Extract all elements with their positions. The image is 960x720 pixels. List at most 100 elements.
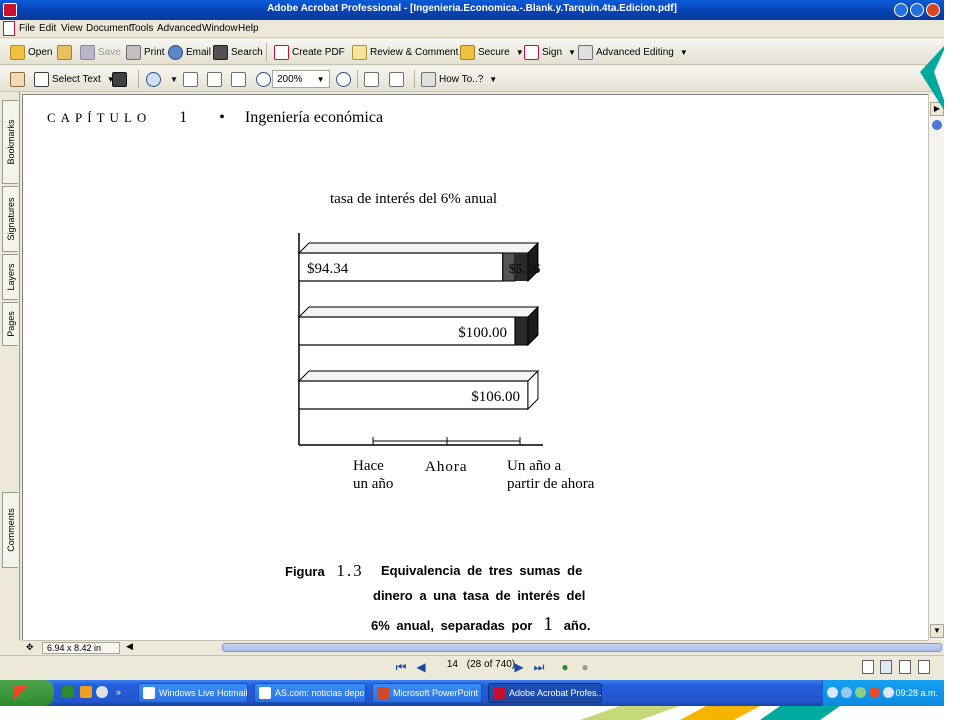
tab-bookmarks[interactable]: Bookmarks <box>2 100 18 184</box>
first-page-icon[interactable]: ⏮ <box>394 660 408 674</box>
start-button[interactable] <box>0 680 54 706</box>
last-page-icon[interactable]: ⏭ <box>532 660 546 674</box>
page-size-readout: 6.94 x 8.42 in <box>42 642 120 654</box>
messenger-icon[interactable] <box>841 687 852 698</box>
review-comment-button[interactable]: Review & Comment▼ <box>352 43 472 61</box>
continuous-facing-layout-icon[interactable] <box>918 660 930 674</box>
scroll-down-arrow-icon[interactable]: ▼ <box>930 624 944 638</box>
menu-window[interactable]: Window <box>202 23 238 34</box>
menu-file[interactable]: File <box>19 23 35 34</box>
text-cursor-icon <box>34 71 49 87</box>
organizer-icon <box>57 44 72 60</box>
acrobat-tray-icon[interactable] <box>869 687 880 698</box>
facing-layout-icon[interactable] <box>899 660 911 674</box>
tab-comments[interactable]: Comments <box>2 492 18 568</box>
network-icon[interactable] <box>827 687 838 698</box>
dropdown-arrow-icon[interactable]: ▼ <box>680 48 688 57</box>
menu-advanced[interactable]: Advanced <box>157 23 201 34</box>
maximize-button[interactable] <box>910 3 924 17</box>
dropdown-arrow-icon[interactable]: ▼ <box>170 75 178 84</box>
dropdown-arrow-icon[interactable]: ▼ <box>317 75 325 84</box>
email-button[interactable]: Email <box>168 43 211 61</box>
show-desktop-icon[interactable] <box>62 686 74 698</box>
floppy-disk-icon <box>80 44 95 60</box>
binoculars-icon <box>213 44 228 60</box>
hand-tool-button[interactable] <box>10 70 28 88</box>
dropdown-arrow-icon[interactable]: ▼ <box>489 75 497 84</box>
acrobat-window: Adobe Acrobat Professional - [Ingenieria… <box>0 0 944 706</box>
horizontal-scrollbar[interactable]: ✥ 6.94 x 8.42 in ◀ <box>22 640 942 654</box>
tab-signatures[interactable]: Signatures <box>2 186 18 252</box>
fit-page-button[interactable] <box>207 70 225 88</box>
taskbar-clock: 09:28 a.m. <box>895 688 938 698</box>
windows-taskbar: » Windows Live Hotmail ... AS.com: notic… <box>0 680 944 706</box>
organizer-button[interactable] <box>57 43 75 61</box>
open-button[interactable]: Open <box>10 43 52 61</box>
previous-page-icon[interactable]: ◀ <box>414 660 428 674</box>
bar-label-0: $94.34 <box>307 261 349 277</box>
tab-layers[interactable]: Layers <box>2 254 18 300</box>
menu-document[interactable]: Document <box>86 23 132 34</box>
media-player-icon[interactable] <box>96 686 108 698</box>
advanced-editing-button[interactable]: Advanced Editing ▼ <box>578 43 688 61</box>
security-tray-icon[interactable] <box>883 687 894 698</box>
menu-edit[interactable]: Edit <box>39 23 56 34</box>
lock-icon <box>460 44 475 60</box>
fit-width-button[interactable] <box>231 70 249 88</box>
horizontal-scroll-thumb[interactable] <box>222 643 942 652</box>
task-as-com[interactable]: AS.com: noticias depo... <box>254 683 366 703</box>
dropdown-arrow-icon[interactable]: ▼ <box>568 48 576 57</box>
pdf-document-icon[interactable] <box>3 21 15 36</box>
page-move-icon[interactable]: ✥ <box>26 642 34 653</box>
save-button[interactable]: Save <box>80 43 121 61</box>
next-view-icon[interactable]: ● <box>578 660 592 674</box>
single-page-layout-icon[interactable] <box>862 660 874 674</box>
window-title: Adobe Acrobat Professional - [Ingenieria… <box>267 3 677 14</box>
printer-icon <box>126 44 141 60</box>
quick-launch-icon[interactable] <box>80 686 92 698</box>
select-text-button[interactable]: Select Text ▼ <box>34 70 115 88</box>
tab-pages[interactable]: Pages <box>2 302 18 346</box>
task-powerpoint[interactable]: Microsoft PowerPoint -... <box>372 683 482 703</box>
sign-button[interactable]: Sign ▼ <box>524 43 576 61</box>
document-page[interactable]: CAPÍTULO 1 • Ingeniería económica tasa d… <box>22 94 928 640</box>
system-tray: 09:28 a.m. <box>822 680 944 706</box>
zoom-in-button[interactable] <box>336 70 354 88</box>
zoom-level-field[interactable]: 200% ▼ <box>272 70 330 88</box>
minimize-button[interactable] <box>894 3 908 17</box>
menu-tools[interactable]: Tools <box>130 23 153 34</box>
next-page-icon[interactable]: ▶ <box>512 660 526 674</box>
secure-button[interactable]: Secure ▼ <box>460 43 524 61</box>
quick-launch-more-icon[interactable]: » <box>116 687 121 697</box>
vertical-scrollbar[interactable]: ▶ ▼ <box>928 94 944 640</box>
print-button[interactable]: Print <box>126 43 165 61</box>
page-number-field[interactable]: 14 (28 of 740) <box>436 659 515 670</box>
close-button[interactable] <box>926 3 940 17</box>
snapshot-tool-button[interactable] <box>112 70 130 88</box>
how-to-button[interactable]: How To..? ▼ <box>421 70 497 88</box>
task-adobe-acrobat[interactable]: Adobe Acrobat Profes... <box>488 683 602 703</box>
camera-icon <box>112 71 127 87</box>
figure-caption-line-3: 6% anual, separadas por 1 año. <box>371 613 591 635</box>
scroll-left-arrow-icon[interactable]: ◀ <box>126 641 133 652</box>
toolbar-separator <box>414 70 415 88</box>
menu-help[interactable]: Help <box>238 23 259 34</box>
scroll-up-arrow-icon[interactable]: ▶ <box>930 102 944 116</box>
continuous-layout-icon[interactable] <box>880 660 892 674</box>
dropdown-arrow-icon[interactable]: ▼ <box>516 48 524 57</box>
rotate-left-button[interactable] <box>364 70 382 88</box>
volume-icon[interactable] <box>855 687 866 698</box>
magnifier-icon <box>146 71 161 87</box>
scroll-thumb[interactable] <box>932 120 942 130</box>
task-windows-live-hotmail[interactable]: Windows Live Hotmail ... <box>138 683 248 703</box>
previous-view-icon[interactable]: ● <box>558 660 572 674</box>
fit-page-icon <box>207 71 222 87</box>
title-bar: Adobe Acrobat Professional - [Ingenieria… <box>0 0 944 20</box>
zoom-tool-button[interactable]: ▼ <box>146 70 178 88</box>
rotate-right-button[interactable] <box>389 70 407 88</box>
actual-size-button[interactable] <box>183 70 201 88</box>
rotate-cw-icon <box>389 71 404 87</box>
search-button[interactable]: Search <box>213 43 263 61</box>
menu-view[interactable]: View <box>61 23 83 34</box>
create-pdf-button[interactable]: Create PDF▼ <box>274 43 359 61</box>
